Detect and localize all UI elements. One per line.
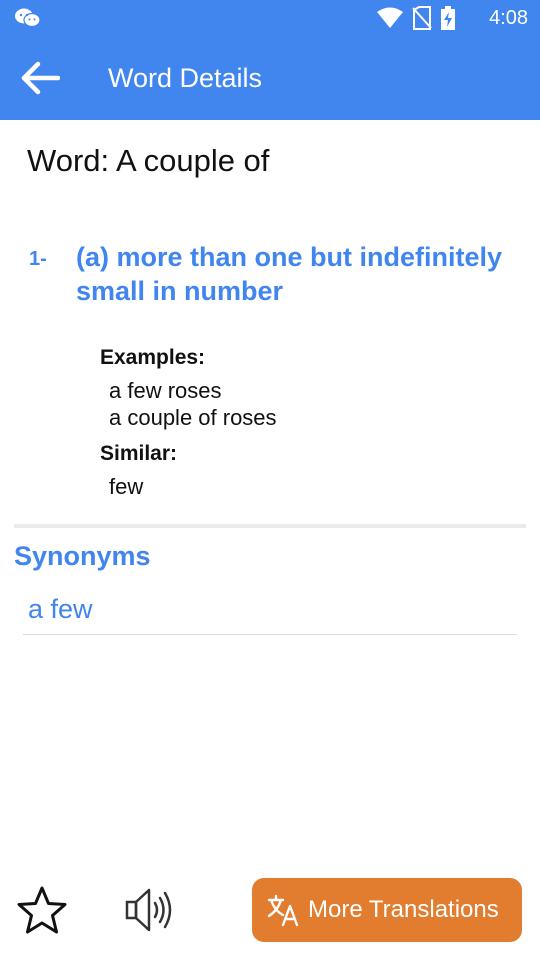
app-bar: Word Details <box>0 36 540 120</box>
more-translations-label: More Translations <box>308 896 499 923</box>
back-arrow-icon[interactable] <box>20 60 60 96</box>
star-icon[interactable] <box>16 885 68 935</box>
definition-text: (a) more than one but indefinitely small… <box>76 242 503 306</box>
battery-charging-icon <box>441 6 455 30</box>
similar-label: Similar: <box>100 442 178 465</box>
more-translations-button[interactable]: More Translations <box>252 878 522 942</box>
examples-label: Examples: <box>100 346 206 369</box>
example-item: a couple of roses <box>109 405 277 430</box>
example-item: a few roses <box>109 378 222 403</box>
section-divider <box>14 524 526 528</box>
similar-item: few <box>109 474 144 499</box>
synonym-divider <box>23 634 517 635</box>
no-sim-icon <box>412 6 432 30</box>
translate-icon <box>267 894 299 927</box>
speaker-icon[interactable] <box>124 886 174 934</box>
wechat-icon <box>15 8 41 28</box>
system-icons <box>376 6 456 30</box>
definition-number: 1- <box>29 248 47 270</box>
synonym-item[interactable]: a few <box>28 594 93 625</box>
wifi-icon <box>377 7 403 28</box>
page-title: Word Details <box>108 63 263 93</box>
word-heading: Word: A couple of <box>27 143 270 178</box>
status-time: 4:08 <box>489 7 528 29</box>
synonyms-heading: Synonyms <box>14 541 151 571</box>
status-bar: 4:08 <box>0 0 540 36</box>
